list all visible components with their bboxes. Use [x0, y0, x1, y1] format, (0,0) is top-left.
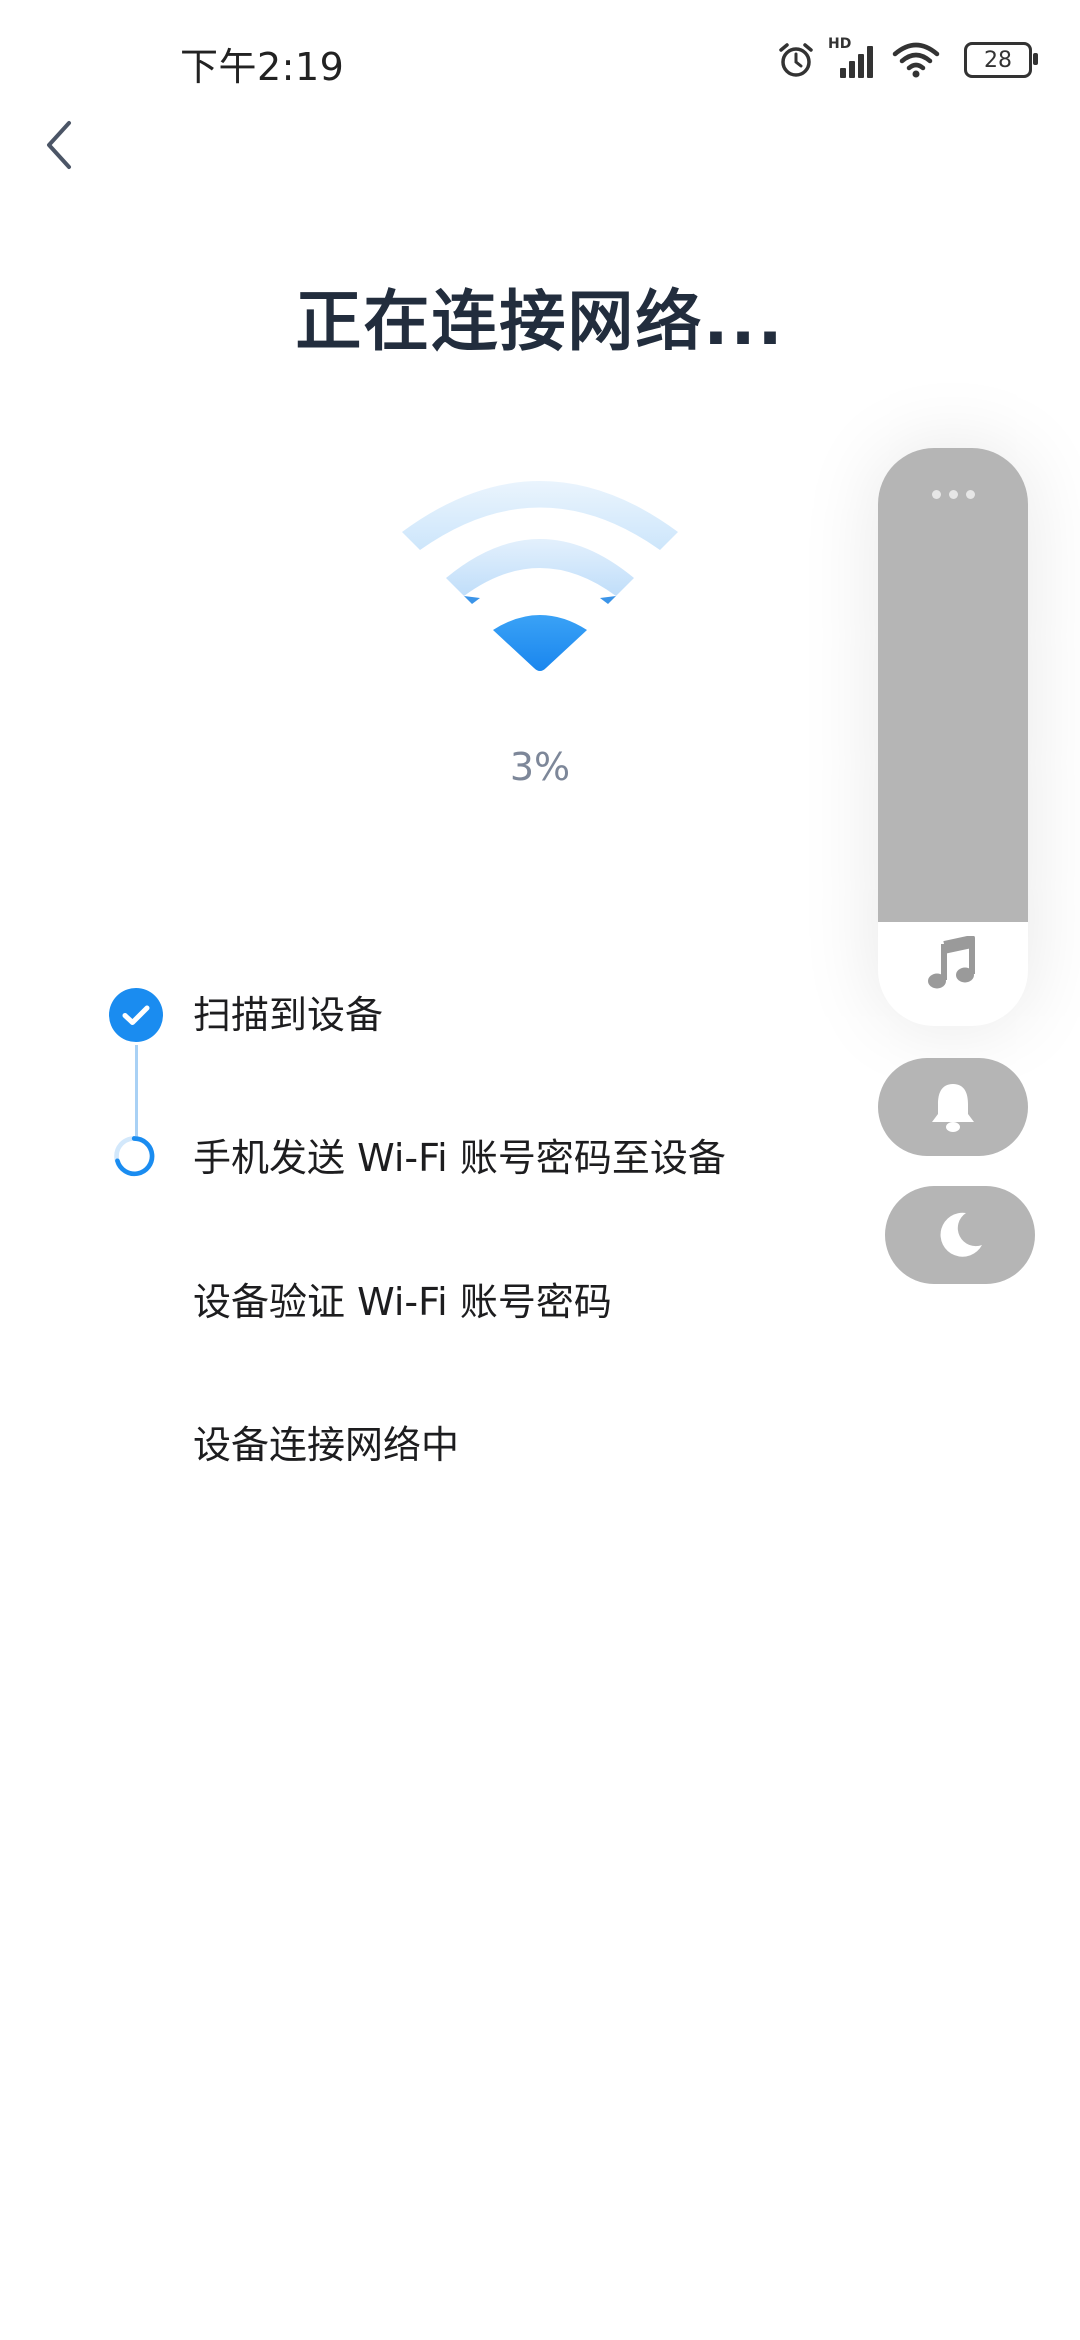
- step-label: 扫描到设备: [193, 993, 384, 1037]
- page-title: 正在连接网络...: [295, 283, 785, 360]
- ring-mode-button[interactable]: [878, 1058, 1028, 1156]
- loading-spinner-icon: [114, 1136, 155, 1177]
- step-label: 设备验证 Wi-Fi 账号密码: [193, 1280, 612, 1324]
- alarm-icon: [779, 43, 813, 77]
- battery-icon: 28: [964, 42, 1038, 78]
- wifi-signal-icon: [892, 42, 940, 78]
- step-item: 设备验证 Wi-Fi 账号密码: [0, 1262, 820, 1342]
- music-note-icon: [928, 936, 975, 989]
- wifi-connecting-icon: [402, 481, 678, 671]
- more-icon[interactable]: [878, 490, 1028, 499]
- do-not-disturb-button[interactable]: [885, 1186, 1035, 1284]
- volume-track-empty: [878, 448, 1028, 922]
- status-time: 下午2:19: [180, 45, 345, 89]
- chevron-left-icon: [47, 121, 71, 169]
- check-circle-icon: [109, 988, 163, 1042]
- back-button[interactable]: [28, 110, 88, 180]
- status-icons: HD 28: [776, 36, 1038, 84]
- cellular-signal-icon: HD: [828, 36, 878, 80]
- bell-icon: [932, 1084, 974, 1132]
- step-item: 设备连接网络中: [0, 1405, 820, 1485]
- step-item: 手机发送 Wi-Fi 账号密码至设备: [0, 1118, 820, 1198]
- volume-slider[interactable]: [878, 448, 1028, 1026]
- moon-icon: [940, 1212, 982, 1257]
- step-label: 设备连接网络中: [193, 1423, 460, 1467]
- status-bar: 下午2:19 HD 28: [0, 0, 1080, 120]
- step-item: 扫描到设备: [0, 975, 820, 1055]
- battery-level: 28: [984, 47, 1012, 73]
- step-label: 手机发送 Wi-Fi 账号密码至设备: [193, 1136, 726, 1180]
